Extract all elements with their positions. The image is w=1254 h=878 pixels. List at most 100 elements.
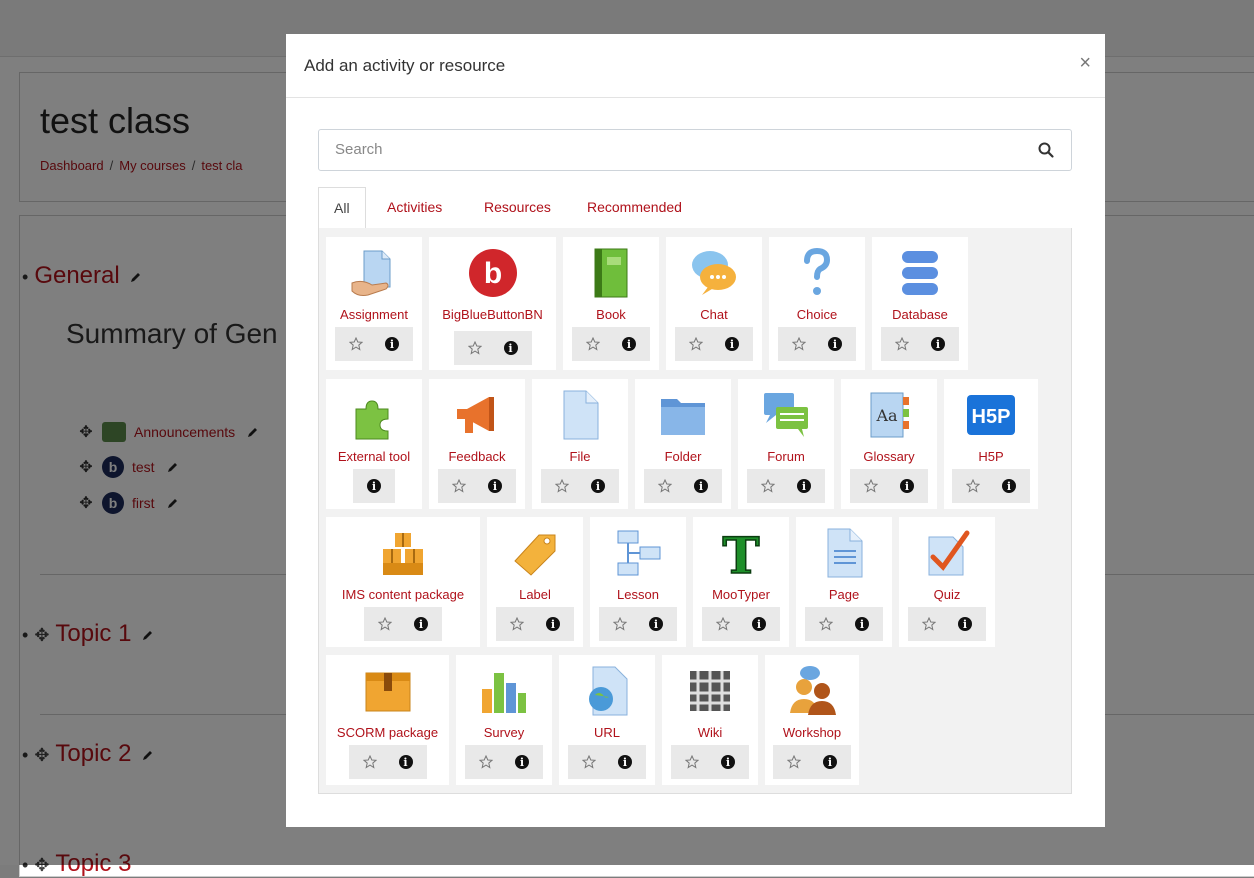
module-chat[interactable]: Chat i [666,237,762,370]
module-actions: i [908,607,986,641]
tab-activities[interactable]: Activities [387,187,442,227]
info-icon[interactable]: i [591,479,605,493]
star-icon[interactable] [555,479,569,493]
info-icon[interactable]: i [546,617,560,631]
module-database[interactable]: Database i [872,237,968,370]
module-actions: i [572,327,650,361]
info-icon[interactable]: i [900,479,914,493]
module-label: Assignment [340,307,408,322]
svg-text:b: b [483,257,501,290]
info-icon[interactable]: i [752,617,766,631]
star-icon[interactable] [582,755,596,769]
star-icon[interactable] [864,479,878,493]
module-mootyper[interactable]: T MooTyper i [693,517,789,647]
module-actions: i [747,469,825,503]
star-icon[interactable] [452,479,466,493]
tab-recommended[interactable]: Recommended [587,187,682,227]
info-icon[interactable]: i [503,341,518,355]
star-icon[interactable] [761,479,775,493]
star-icon[interactable] [689,337,703,351]
info-icon[interactable]: i [828,337,842,351]
info-icon[interactable]: i [931,337,945,351]
search-icon[interactable] [1037,141,1055,159]
module-page[interactable]: Page i [796,517,892,647]
star-icon[interactable] [479,755,493,769]
star-icon[interactable] [378,617,392,631]
info-icon[interactable]: i [694,479,708,493]
module-label: Workshop [782,725,842,740]
module-book[interactable]: Book i [563,237,659,370]
module-external-tool[interactable]: External tool i [326,379,422,509]
module-h5p[interactable]: H5P H5P i [944,379,1038,509]
module-label: Forum [767,449,805,464]
module-quiz[interactable]: Quiz i [899,517,995,647]
module-actions: i [335,327,413,361]
ims-package-icon [377,527,429,579]
star-icon[interactable] [658,479,672,493]
star-icon[interactable] [716,617,730,631]
module-scorm-package[interactable]: SCORM package i [326,655,449,785]
info-icon[interactable]: i [855,617,869,631]
info-icon[interactable]: i [622,337,636,351]
module-label: Page [828,587,860,602]
module-label: Glossary [863,449,915,464]
info-icon[interactable]: i [649,617,663,631]
star-icon[interactable] [349,337,363,351]
star-icon[interactable] [787,755,801,769]
info-icon[interactable]: i [488,479,502,493]
star-icon[interactable] [510,617,524,631]
info-icon[interactable]: i [515,755,529,769]
module-forum[interactable]: Forum i [738,379,834,509]
module-label: External tool [337,449,411,464]
module-label: Lesson [617,587,659,602]
module-bigbluebuttonbn[interactable]: b BigBlueButtonBN i [429,237,556,370]
module-actions: i [644,469,722,503]
search-input[interactable] [333,140,1017,159]
star-icon[interactable] [613,617,627,631]
module-label-resource[interactable]: Label i [487,517,583,647]
info-icon[interactable]: i [398,755,413,769]
star-icon[interactable] [895,337,909,351]
info-icon[interactable]: i [618,755,632,769]
module-actions: i [952,469,1030,503]
module-assignment[interactable]: Assignment i [326,237,422,370]
info-icon[interactable]: i [823,755,837,769]
tab-resources[interactable]: Resources [484,187,551,227]
module-folder[interactable]: Folder i [635,379,731,509]
star-icon[interactable] [792,337,806,351]
star-icon[interactable] [685,755,699,769]
info-icon[interactable]: i [725,337,739,351]
info-icon[interactable]: i [367,479,381,493]
module-file[interactable]: File i [532,379,628,509]
module-lesson[interactable]: Lesson i [590,517,686,647]
close-icon[interactable]: × [1079,52,1091,75]
module-actions: i [599,607,677,641]
info-icon[interactable]: i [721,755,735,769]
forum-icon [760,389,812,441]
star-icon[interactable] [966,479,980,493]
module-choice[interactable]: Choice i [769,237,865,370]
star-icon[interactable] [586,337,600,351]
module-survey[interactable]: Survey i [456,655,552,785]
tab-all[interactable]: All [318,187,366,229]
star-icon[interactable] [922,617,936,631]
info-icon[interactable]: i [414,617,428,631]
star-icon[interactable] [819,617,833,631]
info-icon[interactable]: i [797,479,811,493]
svg-text:H5P: H5P [972,406,1011,428]
module-ims-content-package[interactable]: IMS content package i [326,517,480,647]
star-icon[interactable] [362,755,377,769]
info-icon[interactable]: i [1002,479,1016,493]
module-feedback[interactable]: Feedback i [429,379,525,509]
search-field[interactable] [318,129,1072,171]
choice-icon [791,247,843,299]
module-url[interactable]: URL i [559,655,655,785]
feedback-icon [451,389,503,441]
star-icon[interactable] [467,341,482,355]
activity-chooser-modal: Add an activity or resource × All Activi… [286,34,1105,827]
info-icon[interactable]: i [385,337,399,351]
module-glossary[interactable]: Aa Glossary i [841,379,937,509]
module-workshop[interactable]: Workshop i [765,655,859,785]
info-icon[interactable]: i [958,617,972,631]
module-wiki[interactable]: Wiki i [662,655,758,785]
